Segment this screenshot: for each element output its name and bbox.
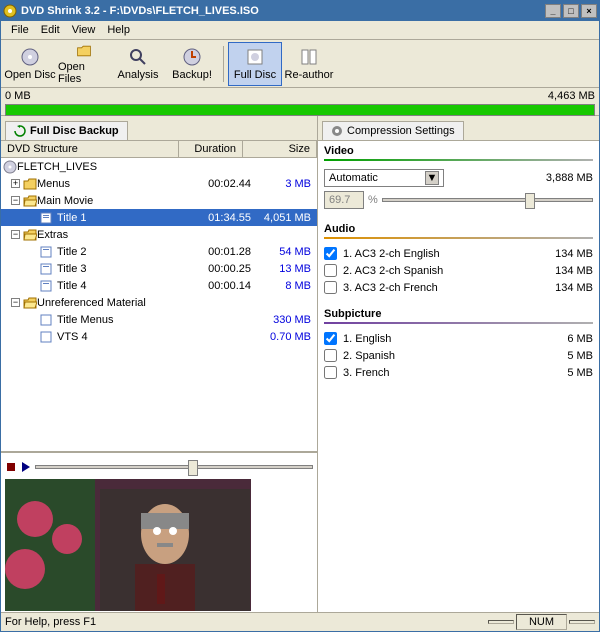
- title-icon: [39, 262, 53, 276]
- play-button[interactable]: [21, 461, 31, 473]
- open-files-button[interactable]: Open Files: [57, 42, 111, 86]
- preview-slider[interactable]: [35, 458, 313, 476]
- status-empty-1: [488, 620, 514, 624]
- title-icon: [39, 245, 53, 259]
- tree-vts-4[interactable]: VTS 4 0.70 MB: [1, 328, 317, 345]
- folder-open-icon: [23, 229, 37, 241]
- open-disc-button[interactable]: Open Disc: [3, 42, 57, 86]
- folder-icon: [23, 178, 37, 190]
- audio-track-1[interactable]: 1. AC3 2-ch English 134 MB: [318, 245, 599, 262]
- folder-open-icon: [23, 195, 37, 207]
- refresh-icon: [14, 125, 26, 137]
- audio-track-3[interactable]: 3. AC3 2-ch French 134 MB: [318, 279, 599, 296]
- title-icon: [39, 211, 53, 225]
- menubar: File Edit View Help: [1, 21, 599, 40]
- toolbar: Open Disc Open Files Analysis Backup! Fu…: [1, 40, 599, 88]
- stop-button[interactable]: [5, 461, 17, 473]
- subpicture-divider: [324, 322, 593, 324]
- compression-slider[interactable]: [382, 191, 593, 209]
- collapse-icon[interactable]: −: [11, 196, 20, 205]
- col-structure[interactable]: DVD Structure: [1, 141, 179, 157]
- backup-icon: [182, 47, 202, 67]
- expand-icon[interactable]: +: [11, 179, 20, 188]
- backup-button[interactable]: Backup!: [165, 42, 219, 86]
- sub-track-3[interactable]: 3. French 5 MB: [318, 364, 599, 381]
- video-divider: [324, 159, 593, 161]
- video-mode-combo[interactable]: Automatic ▼: [324, 169, 444, 187]
- capacity-bar: [5, 104, 595, 116]
- menu-file[interactable]: File: [5, 22, 35, 38]
- audio-divider: [324, 237, 593, 239]
- tree-unreferenced[interactable]: − Unreferenced Material: [1, 294, 317, 311]
- gear-icon: [331, 125, 343, 137]
- magnifier-icon: [128, 47, 148, 67]
- tree-extras[interactable]: − Extras: [1, 226, 317, 243]
- tab-compression-settings[interactable]: Compression Settings: [322, 121, 464, 140]
- toolbar-separator: [223, 46, 224, 82]
- window-title: DVD Shrink 3.2 - F:\DVDs\FLETCH_LIVES.IS…: [21, 5, 259, 17]
- sub-track-1[interactable]: 1. English 6 MB: [318, 330, 599, 347]
- audio-3-checkbox[interactable]: [324, 281, 337, 294]
- tab-full-disc-backup[interactable]: Full Disc Backup: [5, 121, 128, 140]
- collapse-icon[interactable]: −: [11, 298, 20, 307]
- audio-2-checkbox[interactable]: [324, 264, 337, 277]
- preview-pane: [1, 452, 317, 612]
- menu-edit[interactable]: Edit: [35, 22, 66, 38]
- col-size[interactable]: Size: [243, 141, 317, 157]
- app-icon: [3, 4, 17, 18]
- status-empty-2: [569, 620, 595, 624]
- audio-header: Audio: [318, 219, 599, 237]
- tree-title-4[interactable]: Title 4 00:00.14 8 MB: [1, 277, 317, 294]
- subpicture-header: Subpicture: [318, 304, 599, 322]
- full-disc-button[interactable]: Full Disc: [228, 42, 282, 86]
- tree-title-1[interactable]: Title 1 01:34.55 4,051 MB: [1, 209, 317, 226]
- menu-help[interactable]: Help: [101, 22, 136, 38]
- compression-ratio: 69.7: [324, 191, 364, 209]
- tree-title-2[interactable]: Title 2 00:01.28 54 MB: [1, 243, 317, 260]
- tree-main-movie[interactable]: − Main Movie: [1, 192, 317, 209]
- minimize-button[interactable]: _: [545, 4, 561, 18]
- menu-view[interactable]: View: [66, 22, 102, 38]
- dvd-structure-tree[interactable]: FLETCH_LIVES + Menus 00:02.44 3 MB − Mai…: [1, 158, 317, 452]
- column-headers: DVD Structure Duration Size: [1, 140, 317, 158]
- sub-1-checkbox[interactable]: [324, 332, 337, 345]
- full-disc-icon: [245, 47, 265, 67]
- video-size: 3,888 MB: [546, 172, 593, 184]
- title-icon: [39, 279, 53, 293]
- capacity-meter: 0 MB 4,463 MB: [1, 88, 599, 116]
- audio-1-checkbox[interactable]: [324, 247, 337, 260]
- tree-title-menus[interactable]: Title Menus 330 MB: [1, 311, 317, 328]
- maximize-button[interactable]: □: [563, 4, 579, 18]
- folder-open-icon: [74, 43, 94, 59]
- title-icon: [39, 330, 53, 344]
- tree-root[interactable]: FLETCH_LIVES: [1, 158, 317, 175]
- sub-3-checkbox[interactable]: [324, 366, 337, 379]
- disc-icon: [3, 160, 17, 174]
- sub-track-2[interactable]: 2. Spanish 5 MB: [318, 347, 599, 364]
- audio-track-2[interactable]: 2. AC3 2-ch Spanish 134 MB: [318, 262, 599, 279]
- title-icon: [39, 313, 53, 327]
- sub-2-checkbox[interactable]: [324, 349, 337, 362]
- reauthor-button[interactable]: Re-author: [282, 42, 336, 86]
- reauthor-icon: [299, 47, 319, 67]
- folder-open-icon: [23, 297, 37, 309]
- capacity-max: 4,463 MB: [548, 90, 595, 102]
- tree-menus[interactable]: + Menus 00:02.44 3 MB: [1, 175, 317, 192]
- titlebar[interactable]: DVD Shrink 3.2 - F:\DVDs\FLETCH_LIVES.IS…: [1, 1, 599, 21]
- capacity-min: 0 MB: [5, 90, 31, 102]
- collapse-icon[interactable]: −: [11, 230, 20, 239]
- disc-icon: [20, 47, 40, 67]
- col-duration[interactable]: Duration: [179, 141, 243, 157]
- status-num: NUM: [516, 614, 567, 630]
- close-button[interactable]: ×: [581, 4, 597, 18]
- analysis-button[interactable]: Analysis: [111, 42, 165, 86]
- chevron-down-icon: ▼: [425, 171, 439, 185]
- video-preview: [5, 479, 251, 611]
- statusbar: For Help, press F1 NUM: [1, 612, 599, 631]
- tree-title-3[interactable]: Title 3 00:00.25 13 MB: [1, 260, 317, 277]
- video-header: Video: [318, 141, 599, 159]
- status-help: For Help, press F1: [5, 616, 96, 628]
